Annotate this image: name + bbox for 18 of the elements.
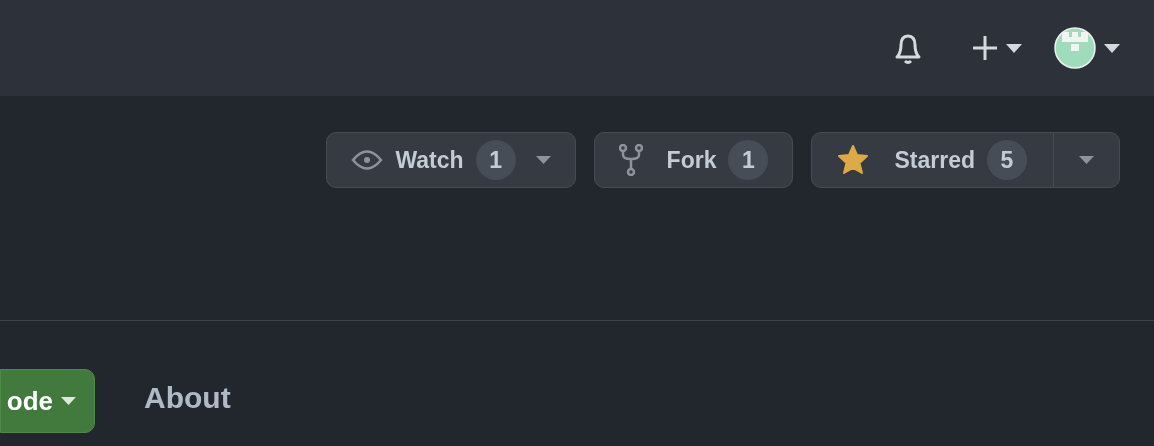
fork-icon (618, 144, 643, 176)
plus-icon (972, 35, 998, 61)
caret-icon (535, 156, 551, 164)
caret-icon (61, 397, 76, 405)
create-new-button[interactable] (972, 35, 1022, 61)
avatar-icon (1054, 27, 1096, 69)
count-badge: 5 (987, 140, 1027, 180)
caret-icon (1006, 43, 1022, 53)
count-badge: 1 (475, 140, 516, 180)
caret-icon (1079, 156, 1094, 164)
code-button[interactable]: ode (0, 369, 95, 433)
count-badge: 1 (728, 140, 769, 180)
fork-button[interactable]: Fork 1 (594, 133, 793, 187)
watch-button[interactable]: Watch 1 (327, 133, 575, 187)
eye-icon (351, 149, 384, 171)
user-menu-button[interactable] (1054, 27, 1120, 69)
caret-icon (1104, 43, 1120, 53)
about-heading: About (144, 380, 231, 416)
